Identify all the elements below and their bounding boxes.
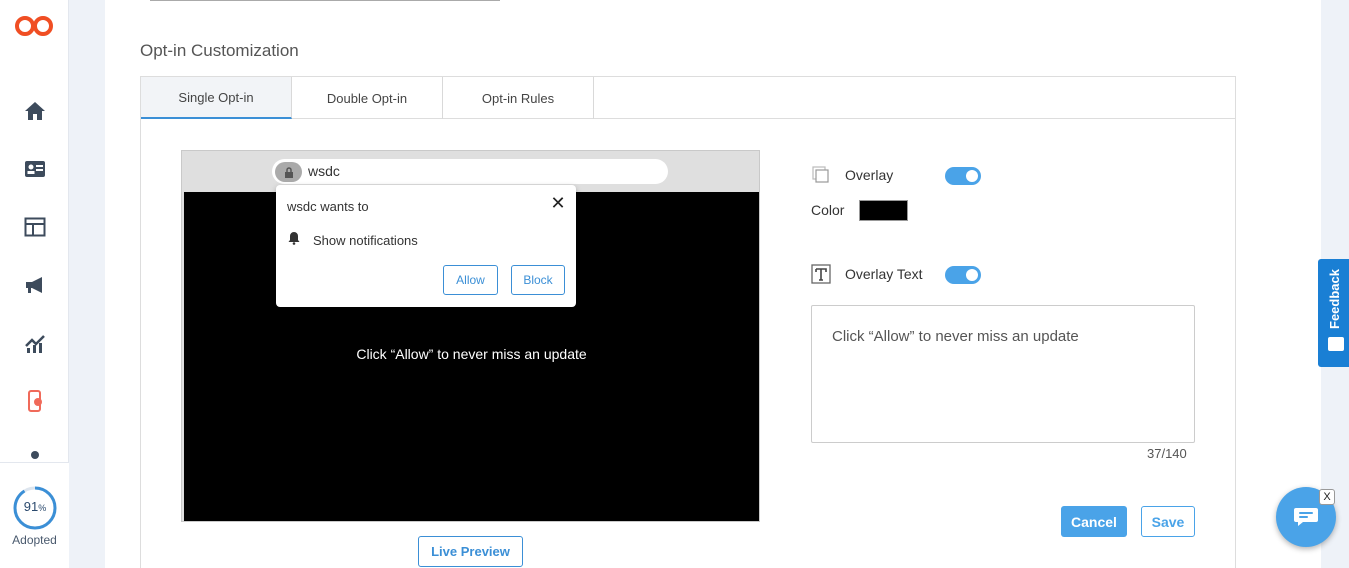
permission-popup: wsdc wants to ✕ Show notifications Allow… — [276, 185, 576, 307]
layout-icon[interactable] — [22, 214, 48, 240]
url-text: wsdc — [308, 163, 340, 179]
chat-close-button[interactable]: X — [1319, 489, 1335, 505]
popup-notification-text: Show notifications — [313, 233, 418, 248]
optin-card: Single Opt-in Double Opt-in Opt-in Rules… — [140, 76, 1236, 568]
adoption-percent: 91% — [23, 499, 47, 514]
sidebar: 91% Adopted — [0, 0, 69, 568]
section-title: Opt-in Customization — [140, 41, 299, 60]
color-label: Color — [811, 202, 845, 218]
megaphone-icon[interactable] — [22, 272, 48, 298]
brand-logo-icon[interactable] — [14, 14, 56, 38]
optin-tabs: Single Opt-in Double Opt-in Opt-in Rules — [141, 77, 1235, 119]
cancel-button[interactable]: Cancel — [1061, 506, 1127, 537]
bell-icon — [288, 232, 300, 245]
mobile-push-icon[interactable] — [22, 388, 48, 414]
tab-double-optin[interactable]: Double Opt-in — [292, 77, 443, 119]
overlay-color-swatch[interactable] — [859, 200, 908, 221]
text-format-icon — [811, 264, 831, 284]
overlay-toggle[interactable] — [945, 167, 981, 185]
live-preview-button[interactable]: Live Preview — [418, 536, 523, 567]
main-panel: Opt-in Customization Single Opt-in Doubl… — [105, 0, 1321, 568]
overlay-text-input[interactable]: Click “Allow” to never miss an update — [811, 305, 1195, 443]
browser-preview: wsdc Click “Allow” to never miss an upda… — [181, 150, 760, 522]
url-bar: wsdc — [272, 159, 668, 184]
overlay-text-toggle[interactable] — [945, 266, 981, 284]
overlay-message: Click “Allow” to never miss an update — [356, 346, 587, 362]
overlay-icon — [812, 166, 829, 183]
save-button[interactable]: Save — [1141, 506, 1195, 537]
close-icon[interactable]: ✕ — [550, 194, 566, 212]
feedback-smile-icon — [1328, 337, 1344, 351]
home-icon[interactable] — [22, 98, 48, 124]
char-counter: 37/140 — [1147, 446, 1187, 461]
allow-button[interactable]: Allow — [443, 265, 498, 295]
feedback-tab[interactable]: Feedback — [1318, 259, 1349, 367]
feedback-label: Feedback — [1327, 269, 1342, 329]
adoption-widget[interactable]: 91% Adopted — [0, 462, 69, 568]
block-button[interactable]: Block — [511, 265, 565, 295]
tab-optin-rules[interactable]: Opt-in Rules — [443, 77, 594, 119]
divider — [150, 0, 500, 1]
chat-icon — [1294, 508, 1318, 526]
adoption-label: Adopted — [12, 533, 57, 547]
tab-single-optin[interactable]: Single Opt-in — [141, 77, 292, 119]
analytics-icon[interactable] — [22, 330, 48, 356]
popup-title: wsdc wants to — [287, 199, 369, 214]
overlay-text-label: Overlay Text — [845, 266, 923, 282]
contact-card-icon[interactable] — [22, 156, 48, 182]
overlay-label: Overlay — [845, 167, 894, 183]
lock-icon — [275, 162, 302, 182]
